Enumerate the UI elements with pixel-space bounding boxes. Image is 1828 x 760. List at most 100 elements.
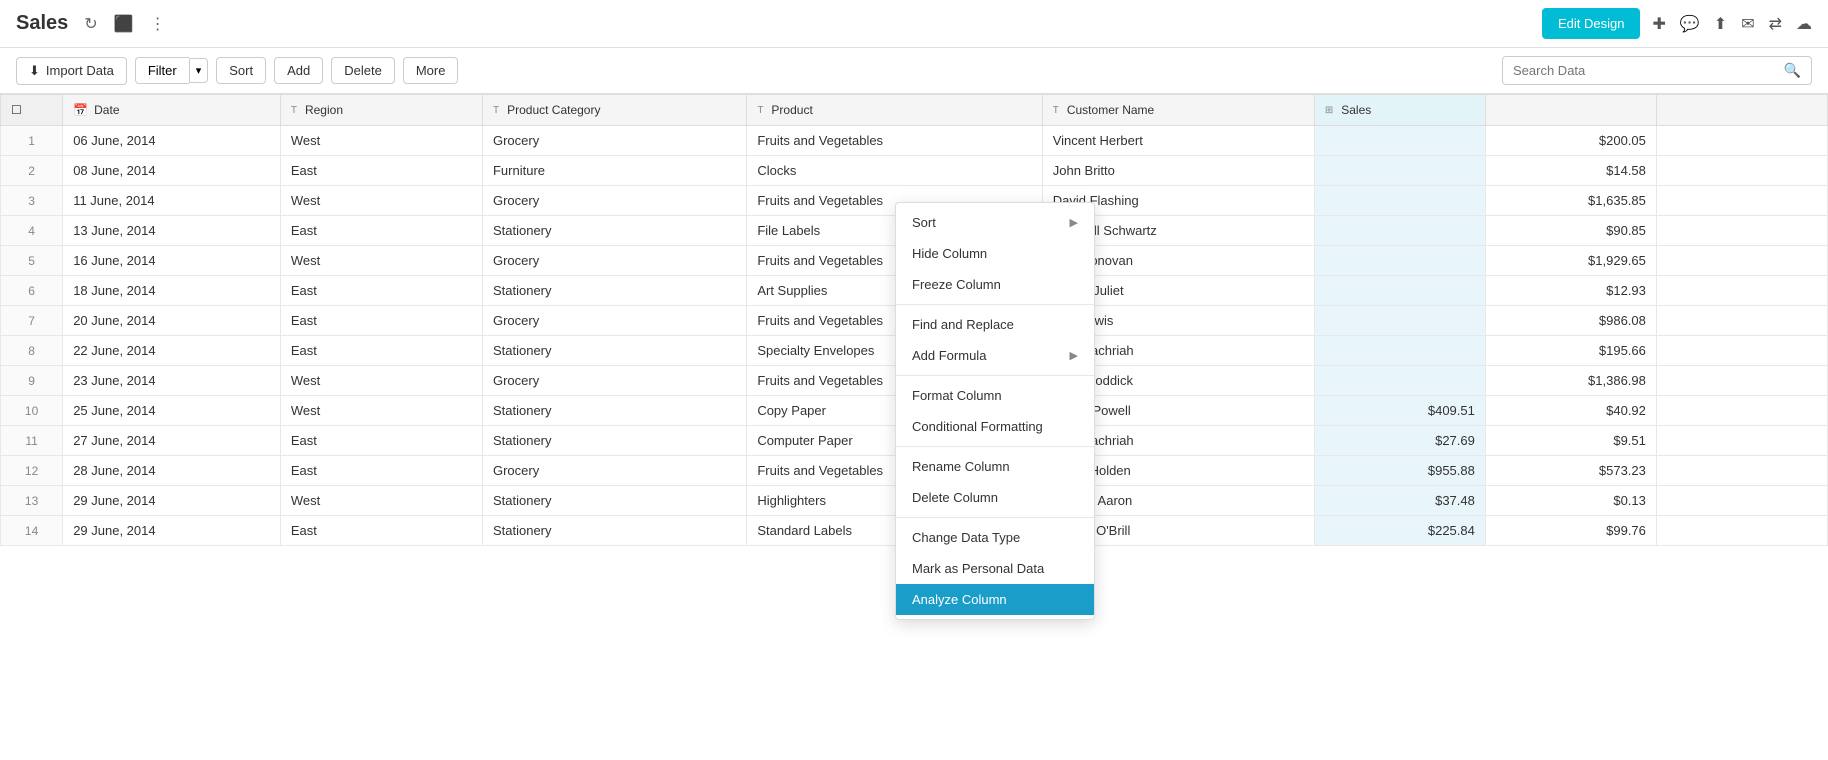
col-header-sales[interactable]: ⊞ Sales [1314, 95, 1485, 126]
cell-sales[interactable] [1314, 306, 1485, 336]
cell-region[interactable]: West [280, 486, 482, 516]
cell-sales[interactable] [1314, 156, 1485, 186]
save-icon-btn[interactable]: ⬛ [110, 10, 138, 38]
cell-product-category[interactable]: Stationery [482, 276, 746, 306]
cell-date[interactable]: 06 June, 2014 [63, 126, 281, 156]
cell-col9[interactable] [1656, 186, 1827, 216]
cell-sales[interactable]: $37.48 [1314, 486, 1485, 516]
cell-product-category[interactable]: Stationery [482, 396, 746, 426]
context-menu-item[interactable]: Mark as Personal Data [896, 553, 1094, 584]
cell-col9[interactable] [1656, 396, 1827, 426]
cell-product-category[interactable]: Grocery [482, 306, 746, 336]
context-menu-item[interactable]: Freeze Column [896, 269, 1094, 300]
col-header-extra2[interactable] [1656, 95, 1827, 126]
cell-col8[interactable]: $1,635.85 [1485, 186, 1656, 216]
cell-date[interactable]: 18 June, 2014 [63, 276, 281, 306]
col-header-select[interactable]: ☐ [1, 95, 63, 126]
context-menu-item[interactable]: Analyze Column [896, 584, 1094, 615]
cell-product-category[interactable]: Stationery [482, 516, 746, 546]
cell-col9[interactable] [1656, 126, 1827, 156]
comment-icon[interactable]: 💬 [1680, 14, 1700, 34]
cell-product-category[interactable]: Stationery [482, 426, 746, 456]
cell-date[interactable]: 20 June, 2014 [63, 306, 281, 336]
cell-date[interactable]: 23 June, 2014 [63, 366, 281, 396]
cell-date[interactable]: 08 June, 2014 [63, 156, 281, 186]
cell-col8[interactable]: $14.58 [1485, 156, 1656, 186]
cell-sales[interactable]: $409.51 [1314, 396, 1485, 426]
cell-date[interactable]: 28 June, 2014 [63, 456, 281, 486]
cell-col9[interactable] [1656, 276, 1827, 306]
table-row[interactable]: 2 08 June, 2014 East Furniture Clocks Jo… [1, 156, 1828, 186]
col-header-date[interactable]: 📅 Date [63, 95, 281, 126]
context-menu-item[interactable]: Find and Replace [896, 309, 1094, 340]
cell-col8[interactable]: $90.85 [1485, 216, 1656, 246]
cell-region[interactable]: West [280, 396, 482, 426]
table-row[interactable]: 1 06 June, 2014 West Grocery Fruits and … [1, 126, 1828, 156]
cell-sales[interactable] [1314, 216, 1485, 246]
cell-date[interactable]: 16 June, 2014 [63, 246, 281, 276]
cell-col8[interactable]: $200.05 [1485, 126, 1656, 156]
cell-sales[interactable] [1314, 186, 1485, 216]
cell-product-category[interactable]: Furniture [482, 156, 746, 186]
more-icon-btn[interactable]: ⋮ [146, 10, 170, 38]
cell-region[interactable]: East [280, 306, 482, 336]
cell-product-category[interactable]: Stationery [482, 216, 746, 246]
cell-product-category[interactable]: Grocery [482, 126, 746, 156]
cell-col8[interactable]: $1,929.65 [1485, 246, 1656, 276]
mail-icon[interactable]: ✉ [1741, 14, 1754, 34]
cell-customer-name[interactable]: John Britto [1042, 156, 1314, 186]
cell-col9[interactable] [1656, 246, 1827, 276]
filter-dropdown-button[interactable]: ▾ [189, 58, 209, 83]
col-header-extra1[interactable] [1485, 95, 1656, 126]
cell-col8[interactable]: $573.23 [1485, 456, 1656, 486]
cell-sales[interactable] [1314, 246, 1485, 276]
context-menu-item[interactable]: Rename Column [896, 451, 1094, 482]
cell-sales[interactable] [1314, 276, 1485, 306]
cell-product[interactable]: Clocks [747, 156, 1042, 186]
cell-col9[interactable] [1656, 456, 1827, 486]
filter-button[interactable]: Filter [135, 57, 189, 84]
col-header-product-category[interactable]: T Product Category [482, 95, 746, 126]
col-header-product[interactable]: T Product [747, 95, 1042, 126]
cell-col9[interactable] [1656, 216, 1827, 246]
cell-col8[interactable]: $986.08 [1485, 306, 1656, 336]
col-header-customer-name[interactable]: T Customer Name [1042, 95, 1314, 126]
cell-customer-name[interactable]: Vincent Herbert [1042, 126, 1314, 156]
context-menu-item[interactable]: Delete Column [896, 482, 1094, 513]
delete-button[interactable]: Delete [331, 57, 395, 84]
cell-date[interactable]: 27 June, 2014 [63, 426, 281, 456]
cell-col8[interactable]: $40.92 [1485, 396, 1656, 426]
cell-col9[interactable] [1656, 366, 1827, 396]
cell-product[interactable]: Fruits and Vegetables [747, 126, 1042, 156]
cloud-icon[interactable]: ☁ [1796, 14, 1812, 34]
cell-region[interactable]: West [280, 246, 482, 276]
cell-col8[interactable]: $1,386.98 [1485, 366, 1656, 396]
cell-region[interactable]: West [280, 126, 482, 156]
cell-sales[interactable]: $225.84 [1314, 516, 1485, 546]
cell-product-category[interactable]: Grocery [482, 186, 746, 216]
cell-col8[interactable]: $195.66 [1485, 336, 1656, 366]
context-menu-item[interactable]: Sort▶ [896, 207, 1094, 238]
cell-col9[interactable] [1656, 156, 1827, 186]
cell-product-category[interactable]: Grocery [482, 456, 746, 486]
cell-sales[interactable]: $955.88 [1314, 456, 1485, 486]
cell-region[interactable]: East [280, 216, 482, 246]
cell-sales[interactable] [1314, 126, 1485, 156]
cell-date[interactable]: 29 June, 2014 [63, 486, 281, 516]
context-menu-item[interactable]: Conditional Formatting [896, 411, 1094, 442]
cell-product-category[interactable]: Grocery [482, 246, 746, 276]
cell-col8[interactable]: $0.13 [1485, 486, 1656, 516]
import-data-button[interactable]: ⬇ Import Data [16, 57, 127, 85]
cell-sales[interactable]: $27.69 [1314, 426, 1485, 456]
cell-region[interactable]: East [280, 516, 482, 546]
cell-col8[interactable]: $9.51 [1485, 426, 1656, 456]
cell-col8[interactable]: $12.93 [1485, 276, 1656, 306]
cell-col9[interactable] [1656, 306, 1827, 336]
cell-date[interactable]: 29 June, 2014 [63, 516, 281, 546]
search-input[interactable] [1513, 63, 1778, 78]
cell-date[interactable]: 11 June, 2014 [63, 186, 281, 216]
context-menu-item[interactable]: Add Formula▶ [896, 340, 1094, 371]
network-icon[interactable]: ⇄ [1769, 14, 1782, 34]
cell-product-category[interactable]: Grocery [482, 366, 746, 396]
cell-region[interactable]: West [280, 186, 482, 216]
